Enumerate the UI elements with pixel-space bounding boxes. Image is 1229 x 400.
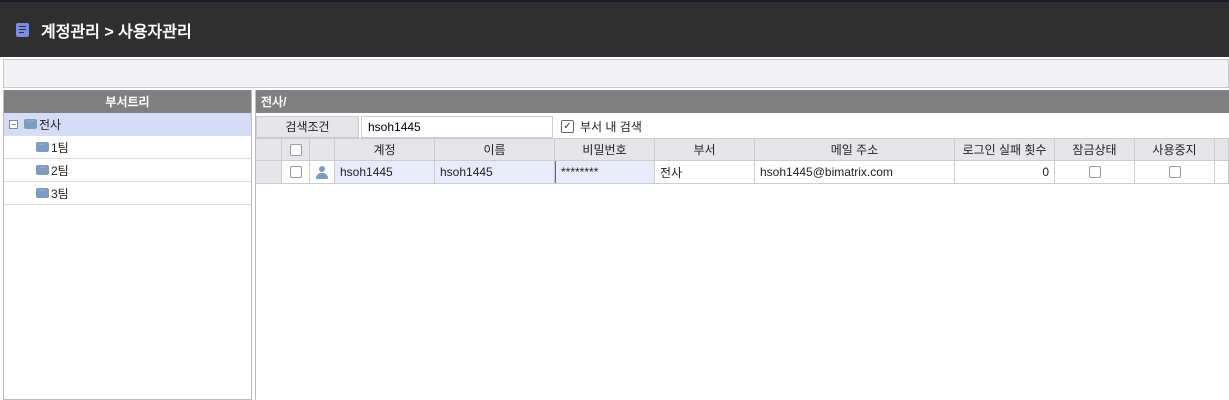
page-title: 계정관리 > 사용자관리 xyxy=(41,23,192,41)
in-dept-label: 부서 내 검색 xyxy=(580,120,642,134)
search-input[interactable] xyxy=(361,115,553,138)
disabled-checkbox[interactable] xyxy=(1168,166,1181,178)
tree-item[interactable]: ··· 3팀 xyxy=(4,182,251,205)
cell-email[interactable]: hsoh1445@bimatrix.com xyxy=(755,161,955,183)
dept-path: 전사/ xyxy=(256,90,1229,113)
col-dept[interactable]: 부서 xyxy=(655,139,755,160)
locked-checkbox[interactable] xyxy=(1088,166,1101,178)
col-account[interactable]: 계정 xyxy=(335,139,435,160)
grid-header: 계정 이름 비밀번호 부서 메일 주소 로그인 실패 횟수 잠금상태 사용중지 xyxy=(256,138,1229,161)
row-checkbox[interactable] xyxy=(289,166,302,178)
cell-dept[interactable]: 전사 xyxy=(655,161,755,183)
tree-item[interactable]: ··· 1팀 xyxy=(4,136,251,159)
search-label: 검색조건 xyxy=(256,115,359,138)
col-name[interactable]: 이름 xyxy=(435,139,555,160)
table-row[interactable]: hsoh1445 hsoh1445 ******** 전사 hsoh1445@b… xyxy=(256,161,1229,184)
collapse-icon[interactable]: − xyxy=(9,119,18,129)
tree-item-root[interactable]: − ··· 전사 xyxy=(4,113,251,136)
dept-icon: ··· xyxy=(24,118,37,129)
select-all-checkbox[interactable] xyxy=(289,143,302,156)
tree-item-label: 전사 xyxy=(39,117,62,132)
in-dept-checkbox[interactable]: ✓ xyxy=(561,120,574,133)
dept-icon: ··· xyxy=(36,164,49,175)
dept-icon: ··· xyxy=(36,141,49,152)
tree-item-label: 1팀 xyxy=(51,140,69,155)
dept-icon: ··· xyxy=(36,187,49,198)
tree-item-label: 3팀 xyxy=(51,186,69,201)
tree-title: 부서트리 xyxy=(4,90,251,113)
document-icon xyxy=(16,22,29,37)
user-panel: 전사/ 검색조건 ✓ 부서 내 검색 계정 이름 비밀번호 부서 메일 주소 로… xyxy=(255,90,1229,400)
user-icon xyxy=(315,165,329,179)
cell-password[interactable]: ******** xyxy=(555,161,655,183)
cell-fail-count[interactable]: 0 xyxy=(955,161,1055,183)
col-password[interactable]: 비밀번호 xyxy=(555,139,655,160)
user-grid: 계정 이름 비밀번호 부서 메일 주소 로그인 실패 횟수 잠금상태 사용중지 … xyxy=(256,138,1229,184)
dept-tree-panel: 부서트리 − ··· 전사 ··· 1팀 ··· 2팀 ··· 3팀 xyxy=(3,90,252,400)
cell-name[interactable]: hsoh1445 xyxy=(435,161,555,183)
toolbar xyxy=(3,59,1229,88)
col-locked[interactable]: 잠금상태 xyxy=(1055,139,1135,160)
cell-account[interactable]: hsoh1445 xyxy=(335,161,435,183)
tree-item-label: 2팀 xyxy=(51,163,69,178)
tree-item[interactable]: ··· 2팀 xyxy=(4,159,251,182)
page-header: 계정관리 > 사용자관리 xyxy=(0,0,1229,57)
col-email[interactable]: 메일 주소 xyxy=(755,139,955,160)
col-disabled[interactable]: 사용중지 xyxy=(1135,139,1215,160)
col-fail-count[interactable]: 로그인 실패 횟수 xyxy=(955,139,1055,160)
